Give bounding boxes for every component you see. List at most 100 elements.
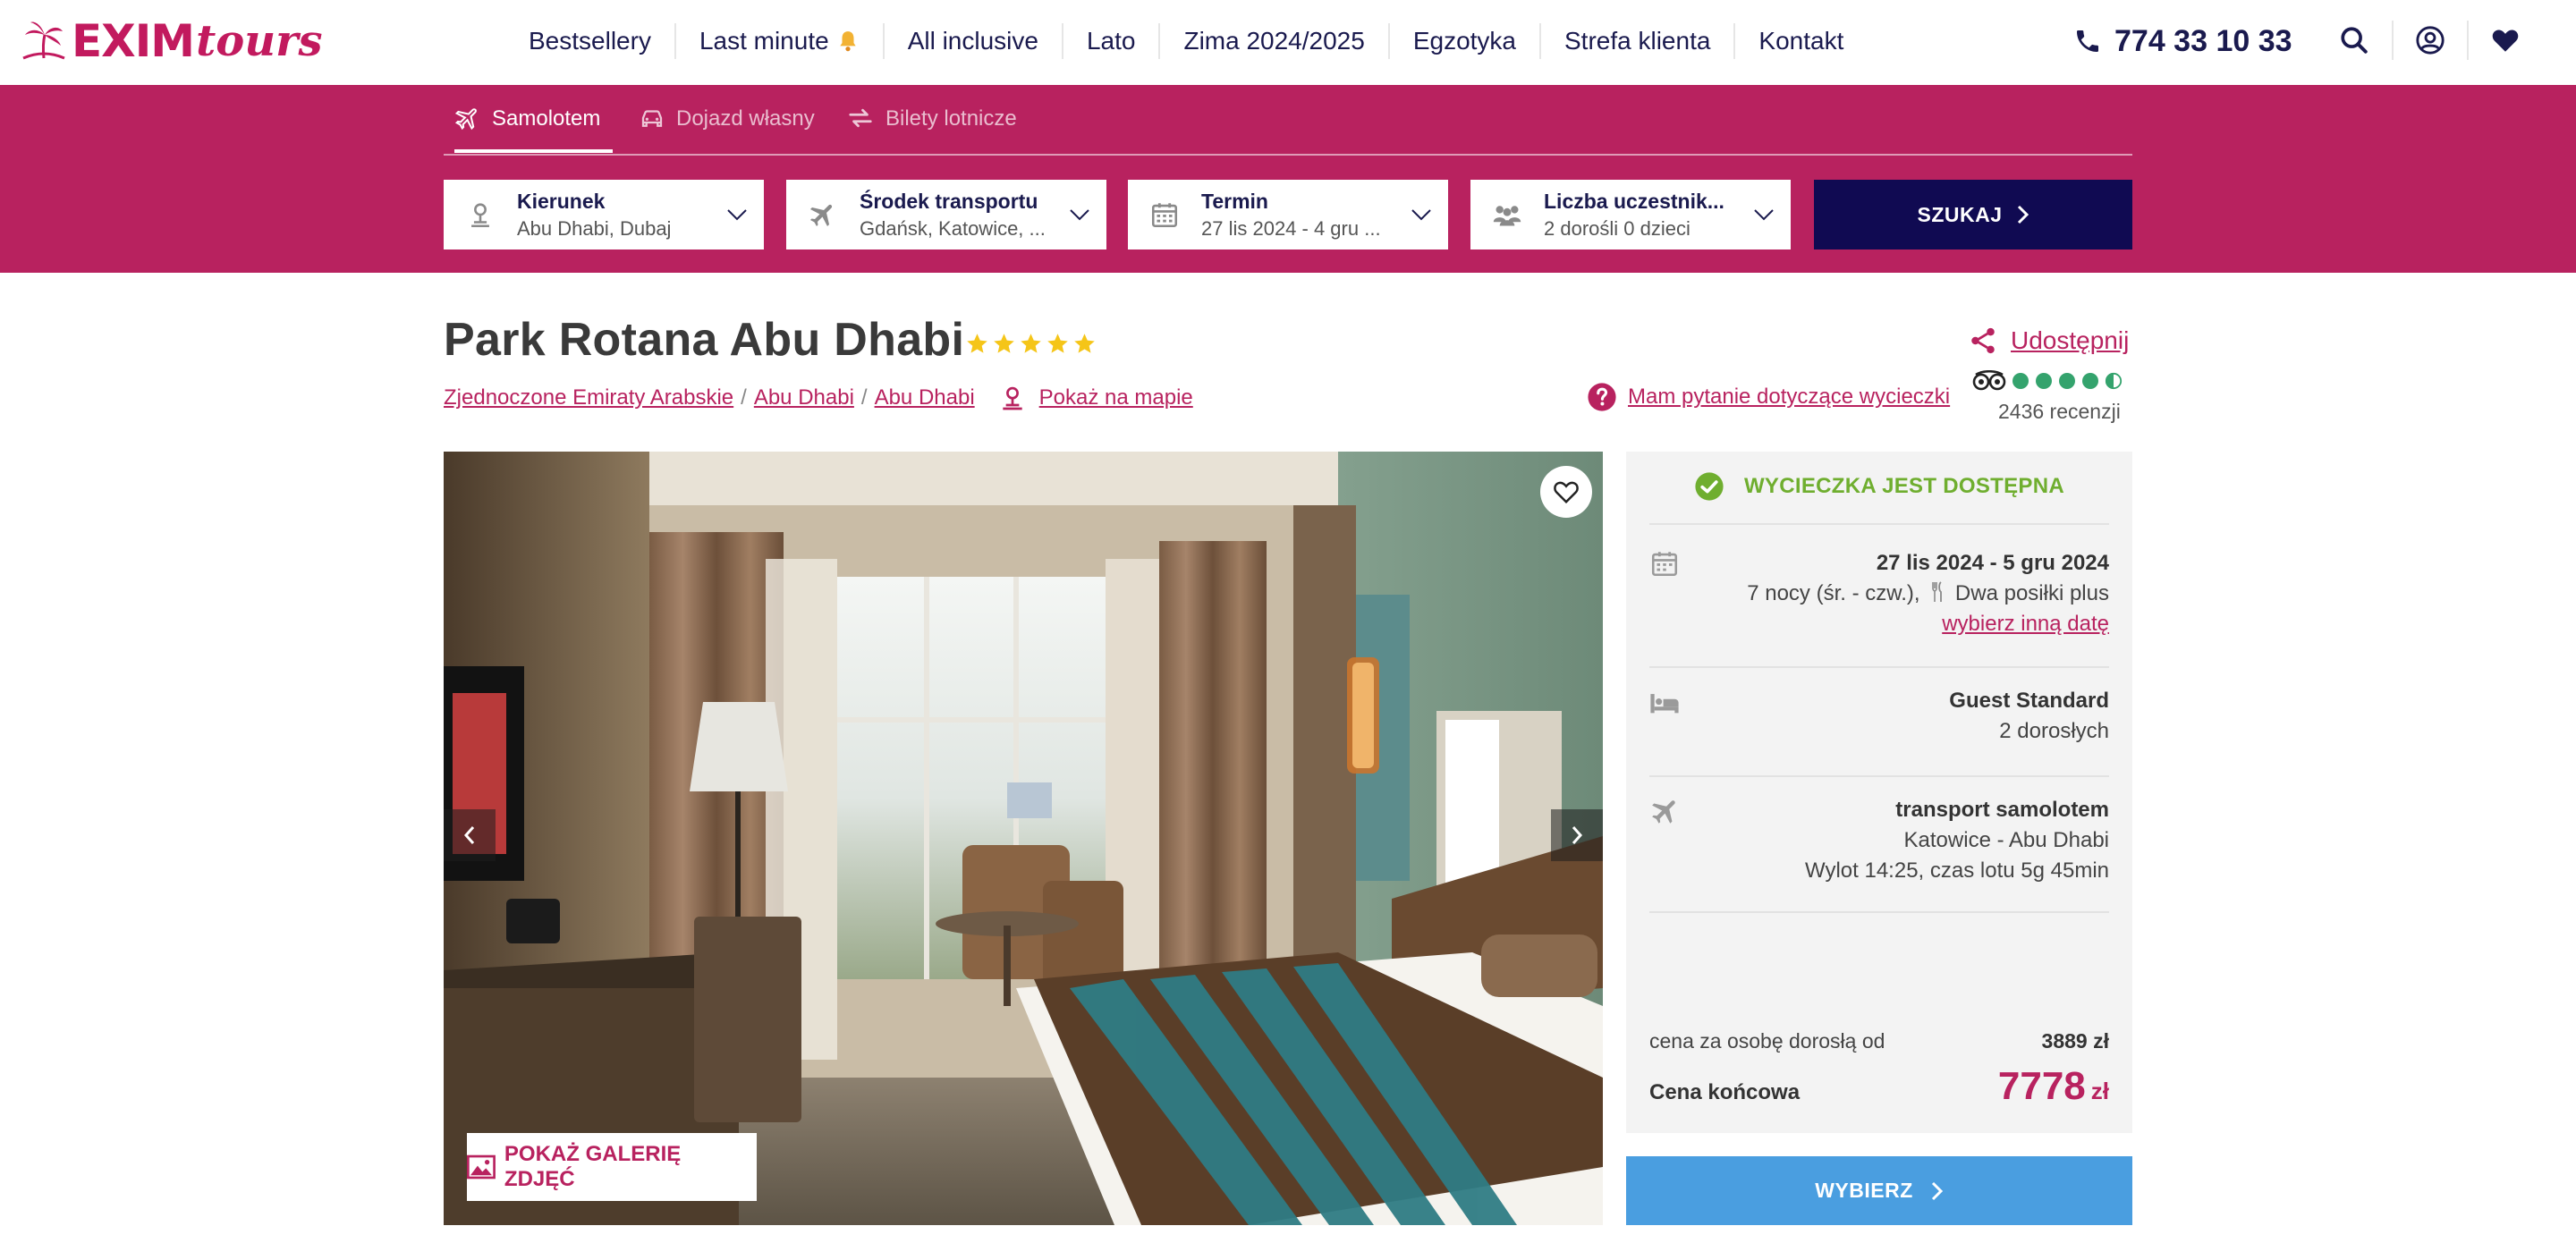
account-button[interactable] bbox=[2392, 21, 2467, 60]
top-navigation: EXIM tours Bestsellery Last minute All i… bbox=[0, 0, 2576, 85]
image-icon bbox=[467, 1154, 496, 1180]
share-link[interactable]: Udostępnij bbox=[1968, 326, 2129, 356]
plane-icon bbox=[809, 204, 833, 227]
tab-dojazd-wlasny[interactable]: Dojazd własny bbox=[639, 106, 815, 153]
change-date-link[interactable]: wybierz inną datę bbox=[1747, 609, 2109, 639]
breadcrumb-city[interactable]: Abu Dhabi bbox=[875, 385, 975, 410]
gallery-favorite-button[interactable] bbox=[1540, 466, 1592, 518]
photo-gallery[interactable]: POKAŻ GALERIĘ ZDJĘĆ bbox=[444, 452, 1603, 1225]
phone-icon bbox=[2077, 30, 2098, 52]
availability-label: WYCIECZKA JEST DOSTĘPNA bbox=[1743, 474, 2065, 498]
plane-icon bbox=[454, 108, 477, 131]
location-icon bbox=[471, 203, 489, 228]
transport-tabs: Samolotem Dojazd własny Bilety lotnicze bbox=[444, 85, 2132, 156]
top-icons bbox=[2317, 20, 2542, 61]
transport-value: Gdańsk, Katowice, ... bbox=[860, 216, 1046, 240]
transport-label: Środek transportu bbox=[860, 189, 1038, 213]
favorites-button[interactable] bbox=[2467, 21, 2542, 60]
chevron-down-icon bbox=[1754, 209, 1774, 221]
palm-icon bbox=[22, 21, 65, 60]
breadcrumb-region[interactable]: Abu Dhabi bbox=[754, 385, 854, 410]
offer-board: Dwa posiłki plus bbox=[1954, 581, 2109, 605]
rating-bubble-full bbox=[2036, 373, 2052, 389]
nav-egzotyka[interactable]: Egzotyka bbox=[1387, 23, 1539, 59]
nav-last-minute[interactable]: Last minute bbox=[674, 23, 883, 59]
chevron-down-icon bbox=[727, 209, 747, 221]
phone-number-text: 774 33 10 33 bbox=[2114, 23, 2292, 58]
chevron-right-icon bbox=[1931, 1181, 1943, 1200]
hotel-stars bbox=[965, 332, 1097, 356]
select-offer-button[interactable]: WYBIERZ bbox=[1626, 1156, 2132, 1225]
show-gallery-button[interactable]: POKAŻ GALERIĘ ZDJĘĆ bbox=[467, 1133, 757, 1201]
main-menu: Bestsellery Last minute All inclusive La… bbox=[505, 21, 1867, 61]
hotel-room-photo bbox=[444, 452, 1603, 1225]
show-gallery-label: POKAŻ GALERIĘ ZDJĘĆ bbox=[504, 1142, 682, 1191]
select-offer-label: WYBIERZ bbox=[1815, 1179, 1913, 1202]
date-label: Termin bbox=[1201, 189, 1268, 213]
review-count[interactable]: 2436 recenzji bbox=[1998, 400, 2121, 424]
exim-tours-logo[interactable]: EXIM tours bbox=[21, 14, 322, 68]
star-icon bbox=[967, 334, 987, 353]
divider bbox=[1649, 523, 2109, 525]
availability-status: WYCIECZKA JEST DOSTĘPNA bbox=[1626, 471, 2132, 502]
nav-lato[interactable]: Lato bbox=[1061, 23, 1159, 59]
nav-bestsellery[interactable]: Bestsellery bbox=[505, 23, 674, 59]
destination-label: Kierunek bbox=[517, 189, 606, 213]
nav-strefa-klienta[interactable]: Strefa klienta bbox=[1539, 23, 1733, 59]
chevron-right-icon bbox=[1572, 826, 1583, 844]
search-panel: Samolotem Dojazd własny Bilety lotnicze … bbox=[0, 85, 2576, 273]
check-circle-icon bbox=[1695, 472, 1724, 501]
tab-samolotem[interactable]: Samolotem bbox=[454, 106, 614, 153]
question-icon bbox=[1588, 383, 1616, 411]
nav-last-minute-label: Last minute bbox=[699, 27, 829, 55]
offer-room-row: Guest Standard 2 dorosłych bbox=[1649, 686, 2109, 757]
share-icon bbox=[1971, 327, 1995, 354]
breadcrumb-separator: / bbox=[741, 385, 747, 410]
share-label: Udostępnij bbox=[2011, 326, 2130, 354]
divider bbox=[1649, 666, 2109, 668]
calendar-icon bbox=[1651, 552, 1678, 577]
participants-field[interactable]: Liczba uczestnik... 2 dorośli 0 dzieci bbox=[1470, 180, 1791, 249]
room-type: Guest Standard bbox=[1949, 689, 2109, 713]
room-guests: 2 dorosłych bbox=[1999, 719, 2109, 743]
star-icon bbox=[1074, 334, 1095, 353]
logo-text-script: tours bbox=[196, 16, 323, 66]
tab-dojazd-wlasny-label: Dojazd własny bbox=[676, 106, 815, 131]
bed-icon bbox=[1650, 694, 1679, 714]
destination-field[interactable]: Kierunek Abu Dhabi, Dubaj bbox=[444, 180, 764, 249]
breadcrumb-country[interactable]: Zjednoczone Emiraty Arabskie bbox=[444, 385, 733, 410]
nav-all-inclusive[interactable]: All inclusive bbox=[882, 23, 1062, 59]
star-icon bbox=[994, 334, 1014, 353]
breadcrumb: Zjednoczone Emiraty Arabskie / Abu Dhabi… bbox=[444, 383, 1193, 413]
gallery-prev-button[interactable] bbox=[444, 809, 496, 861]
nav-kontakt[interactable]: Kontakt bbox=[1733, 23, 1867, 59]
chevron-down-icon bbox=[1070, 209, 1089, 221]
divider bbox=[1649, 775, 2109, 777]
tab-samolotem-label: Samolotem bbox=[492, 106, 601, 131]
tripadvisor-owl-icon bbox=[1972, 370, 2006, 391]
show-on-map-link[interactable]: Pokaż na mapie bbox=[998, 383, 1193, 413]
offer-nights: 7 nocy (śr. - czw.), bbox=[1747, 581, 1920, 605]
gallery-next-button[interactable] bbox=[1551, 809, 1603, 861]
rating-bubble-full bbox=[2012, 373, 2029, 389]
tab-bilety-lotnicze[interactable]: Bilety lotnicze bbox=[846, 106, 1017, 153]
offer-dates: 27 lis 2024 - 5 gru 2024 bbox=[1876, 551, 2109, 575]
bell-icon bbox=[840, 31, 856, 52]
final-price-row: Cena końcowa 7778 zł bbox=[1649, 1064, 2109, 1109]
logo-text: EXIM bbox=[72, 15, 195, 67]
phone-number[interactable]: 774 33 10 33 bbox=[2073, 21, 2292, 61]
ask-question-link[interactable]: Mam pytanie dotyczące wycieczki bbox=[1587, 382, 1950, 412]
chevron-right-icon bbox=[2017, 205, 2029, 224]
tripadvisor-rating[interactable] bbox=[1972, 370, 2123, 392]
final-price-label: Cena końcowa bbox=[1649, 1080, 1801, 1104]
calendar-icon bbox=[1151, 203, 1178, 228]
search-submit-label: SZUKAJ bbox=[1917, 202, 2003, 226]
price-per-person-row: cena za osobę dorosłą od 3889 zł bbox=[1649, 1029, 2109, 1053]
nav-zima[interactable]: Zima 2024/2025 bbox=[1158, 23, 1387, 59]
search-button[interactable] bbox=[2317, 21, 2392, 60]
date-field[interactable]: Termin 27 lis 2024 - 4 gru ... bbox=[1128, 180, 1448, 249]
transport-field[interactable]: Środek transportu Gdańsk, Katowice, ... bbox=[786, 180, 1106, 249]
offer-dates-row: 27 lis 2024 - 5 gru 2024 7 nocy (śr. - c… bbox=[1649, 548, 2109, 648]
final-price-currency: zł bbox=[2090, 1078, 2109, 1104]
search-submit-button[interactable]: SZUKAJ bbox=[1814, 180, 2132, 249]
